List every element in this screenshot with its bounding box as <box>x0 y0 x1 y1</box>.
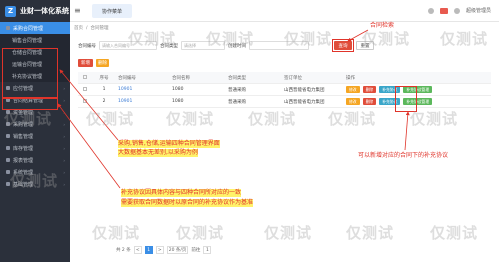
annotation-four-types-line2: 大数据基本无差别,以采购为例 <box>118 149 198 157</box>
annotation-supplement-rule-line2: 需要获取合同数据时以原合同的补充协议作为基准 <box>121 199 254 207</box>
app-window: Z 业财一体化系统 采购合同管理 销售合同管理 仓储合同管理 运输合同管理 补充协议管理… <box>0 0 499 262</box>
annotation-supplement-rule-line1: 补充协议因具体内容与四种合同所对应的一致 <box>121 189 242 197</box>
annotation-four-types-line1: 采购,销售,仓储,运输四种合同管理界面 <box>118 140 220 148</box>
annotation-search: 合同检索 <box>370 22 395 29</box>
annotation-supplement: 可以新增对应的合同下的补充协议 <box>358 152 449 159</box>
annotation-arrows <box>57 29 410 189</box>
